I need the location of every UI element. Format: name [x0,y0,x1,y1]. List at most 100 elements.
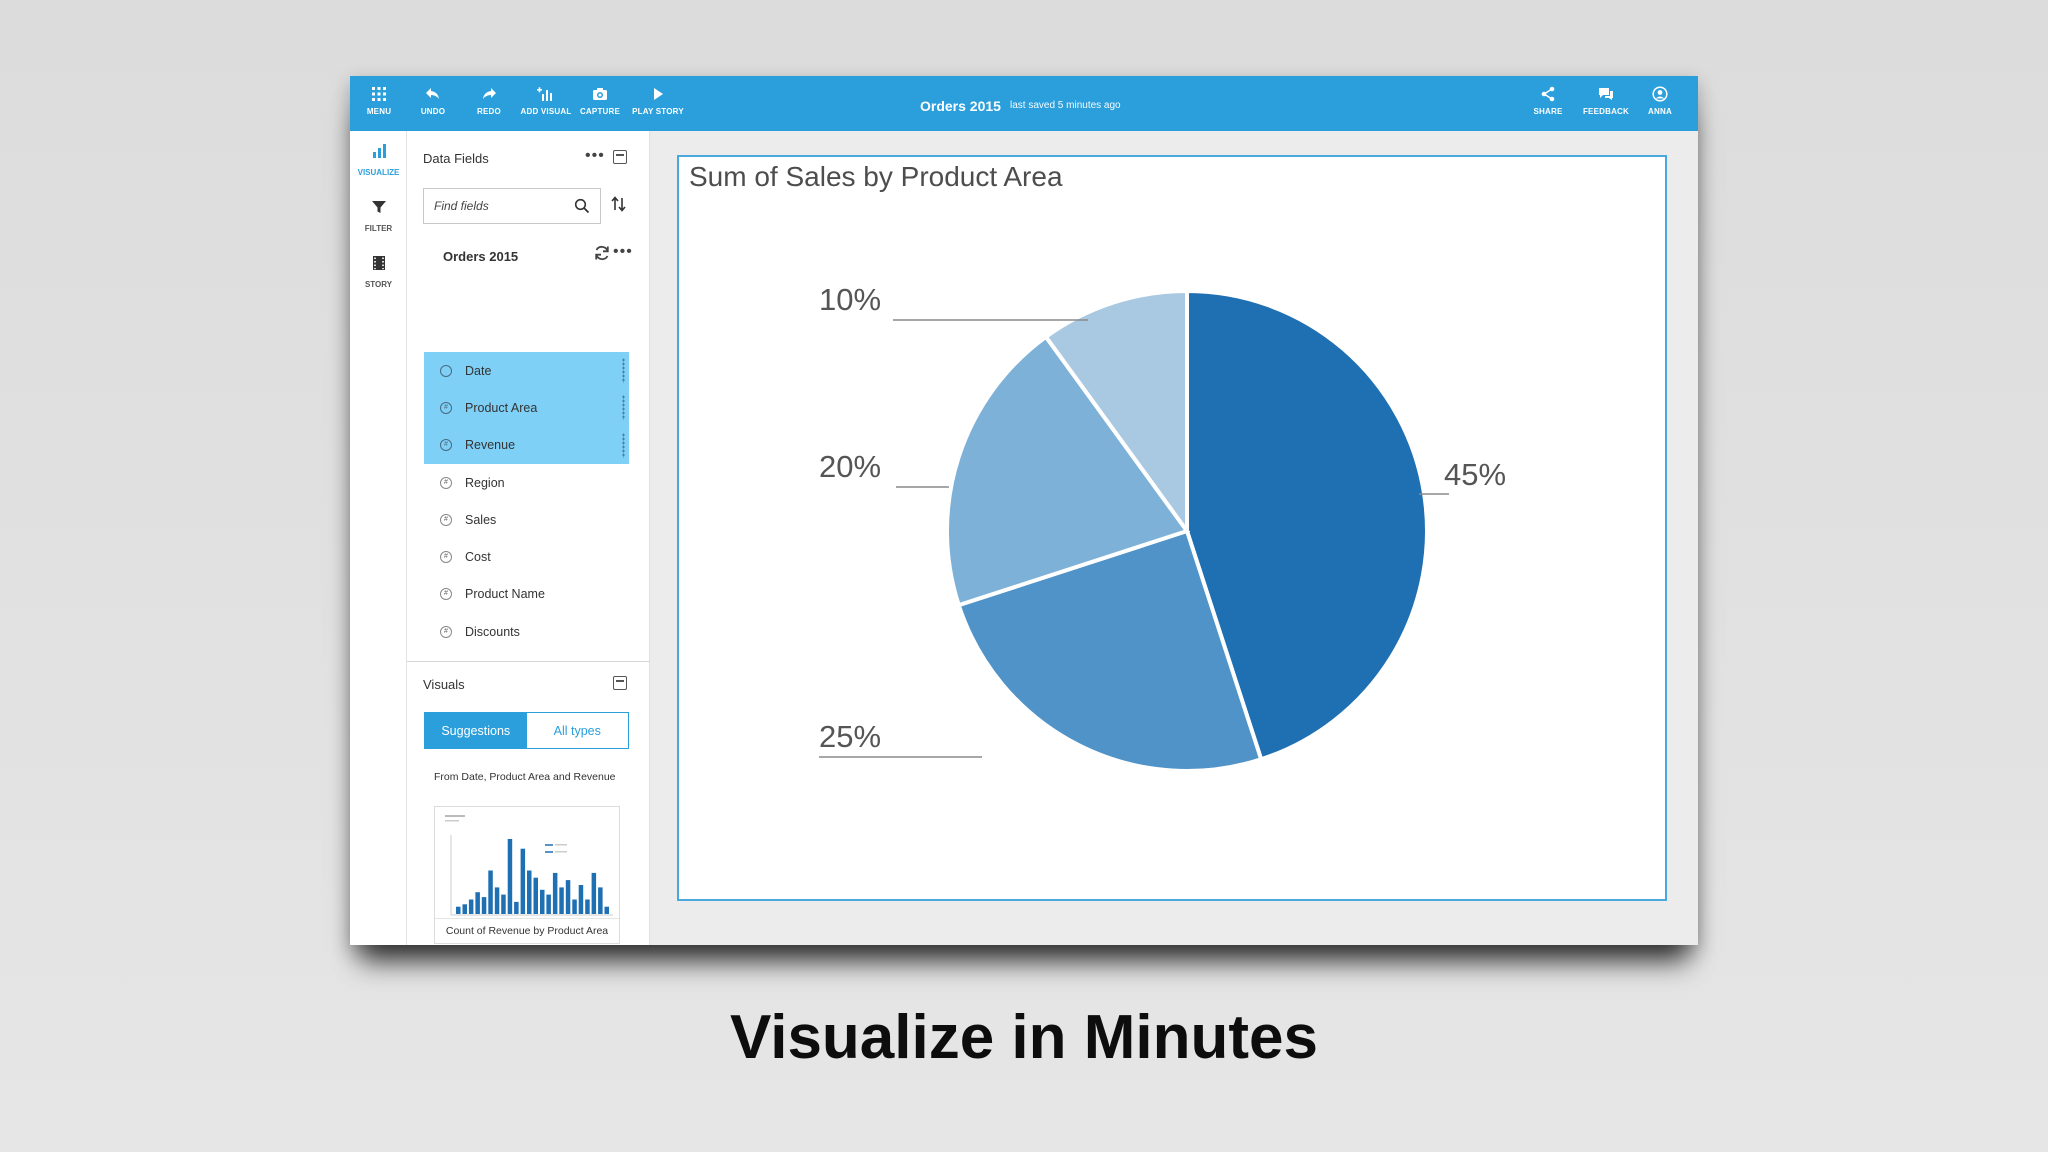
visuals-title: Visuals [423,677,465,692]
save-status: last saved 5 minutes ago [1010,100,1121,111]
user-avatar-icon [1652,86,1668,104]
thumbnail-bar [604,906,609,914]
thumbnail-bar [507,839,513,914]
grid-menu-icon [371,86,387,104]
rail-filter-label: FILTER [364,224,393,233]
collapse-visuals-icon[interactable] [613,676,627,690]
thumbnail-bar [565,880,571,914]
feedback-icon [1598,86,1614,104]
drag-handle-icon[interactable] [622,358,625,383]
thumbnail-bar [559,887,564,914]
redo-label: REDO [477,107,501,116]
field-type-icon: # [440,551,452,564]
field-type-icon: # [440,439,452,452]
add-visual-button[interactable]: ADD VISUAL [518,86,574,126]
rail-visualize-label: VISUALIZE [357,168,400,177]
feedback-label: FEEDBACK [1582,107,1630,116]
user-button[interactable]: ANNA [1642,86,1678,126]
thumbnail-bar [578,885,584,914]
slice-label: 20% [819,449,881,484]
drag-handle-icon[interactable] [622,395,625,421]
field-label: Revenue [465,438,516,453]
dataset-name: Orders 2015 [443,249,519,264]
redo-button[interactable]: REDO [474,86,504,126]
undo-button[interactable]: UNDO [418,86,448,126]
field-type-icon: # [440,625,452,638]
field-item[interactable]: # Sales [424,501,629,538]
thumbnail-divider [435,918,619,919]
thumbnail-bar [540,889,545,914]
camera-icon [592,86,608,104]
field-type-icon: # [440,513,452,526]
find-fields-search[interactable] [423,188,601,224]
redo-icon [481,86,497,104]
share-button[interactable]: SHARE [1530,86,1566,126]
menu-button[interactable]: MENU [364,86,394,126]
field-list: Date # Product Area # Revenue # Region # Sales # C… [424,352,629,650]
document-title: Orders 2015 [920,98,1001,114]
panel-divider [407,661,650,662]
slice-label: 45% [1444,457,1506,492]
suggested-visual-bar-chart[interactable]: Count of Revenue by Product Area [434,806,620,944]
field-label: Sales [465,512,497,527]
thumbnail-bar [456,906,461,914]
find-fields-input[interactable] [434,199,564,213]
collapse-panel-icon[interactable] [613,150,627,164]
add-visual-label: ADD VISUAL [520,107,572,116]
data-fields-title: Data Fields [423,151,489,166]
field-item[interactable]: # Product Area [424,389,629,427]
thumbnail-bar [468,899,474,914]
slice-label: 10% [819,282,881,317]
undo-icon [425,86,441,104]
visual-canvas: Sum of Sales by Product Area 45% 25% 20% 10… [650,131,1698,945]
field-item[interactable]: # Product Name [424,576,629,613]
field-item[interactable]: Date [424,352,629,390]
capture-label: CAPTURE [579,107,621,116]
thumbnail-bar [514,901,519,914]
pie-chart: 45% 25% 20% 10% [819,282,1506,773]
clock-icon [440,364,452,377]
sort-icon[interactable] [611,195,627,218]
left-rail: VISUALIZE FILTER STORY [350,131,407,945]
thumbnail-bar [546,894,551,914]
thumbnail-bar [533,877,538,914]
rail-filter[interactable]: FILTER [350,199,407,233]
field-label: Region [465,475,505,490]
search-icon[interactable] [574,198,590,214]
add-visual-icon [537,86,555,104]
bar-chart-icon [371,143,387,164]
play-story-button[interactable]: PLAY STORY [630,86,686,126]
feedback-button[interactable]: FEEDBACK [1578,86,1634,126]
slide-caption: Visualize in Minutes [729,1003,1318,1072]
suggested-visual-caption: Count of Revenue by Product Area [445,925,609,937]
tab-suggestions[interactable]: Suggestions [425,713,527,748]
thumbnail-bar [572,899,577,914]
undo-label: UNDO [420,107,446,116]
pie-chart-visual[interactable]: Sum of Sales by Product Area 45% 25% 20% 10… [677,155,1667,901]
field-item[interactable]: # Cost [424,538,629,575]
share-label: SHARE [1533,107,1563,116]
field-type-icon: # [440,588,452,601]
thumbnail-bar [501,894,506,914]
field-item[interactable]: # Region [424,464,629,501]
user-label: ANNA [1648,107,1672,116]
tab-all-types[interactable]: All types [526,713,628,748]
refresh-icon[interactable] [593,244,611,267]
rail-visualize[interactable]: VISUALIZE [350,143,407,177]
thumbnail-bar-chart [445,815,613,916]
thumbnail-bar [585,899,590,914]
field-label: Product Name [465,587,545,602]
thumbnail-bar [475,892,480,914]
capture-button[interactable]: CAPTURE [578,86,622,126]
share-icon [1540,86,1556,104]
rail-story[interactable]: STORY [350,255,407,289]
dataset-options-icon[interactable]: ••• [613,243,633,261]
drag-handle-icon[interactable] [622,432,625,458]
field-item[interactable]: # Discounts [424,613,629,650]
thumbnail-bar [520,848,526,914]
field-item[interactable]: # Revenue [424,426,629,464]
more-options-icon[interactable]: ••• [585,147,605,165]
film-strip-icon [371,255,387,276]
thumbnail-bar [462,904,467,914]
rail-story-label: STORY [364,280,393,289]
